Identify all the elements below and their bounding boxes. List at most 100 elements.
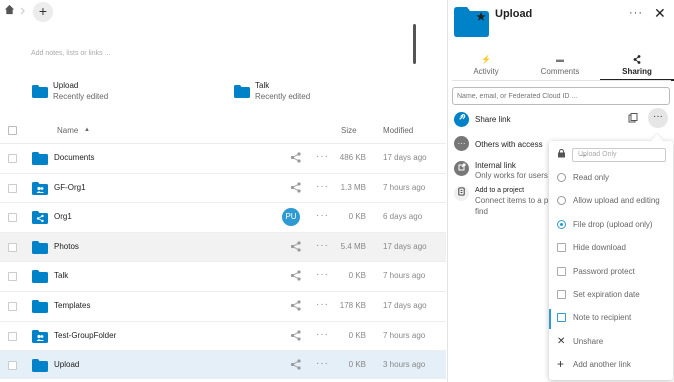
recent-item-name: Talk xyxy=(255,81,270,90)
file-name[interactable]: Documents xyxy=(54,153,94,162)
row-checkbox[interactable] xyxy=(8,183,17,193)
row-checkbox[interactable] xyxy=(8,331,17,341)
password-row: Upload Only → xyxy=(549,143,673,166)
others-access-label[interactable]: Others with access xyxy=(475,140,543,149)
share-icon[interactable] xyxy=(290,329,301,341)
file-modified: 7 hours ago xyxy=(383,271,426,281)
radio-icon[interactable] xyxy=(557,219,566,229)
file-row[interactable]: Talk ··· 0 KB 7 hours ago xyxy=(0,261,446,290)
menu-item-password-protect[interactable]: Password protect xyxy=(549,261,673,284)
file-actions-icon[interactable]: ··· xyxy=(316,299,329,310)
checkbox-icon[interactable] xyxy=(557,243,566,253)
new-button[interactable]: + xyxy=(33,2,53,22)
tab-label: Sharing xyxy=(622,67,652,76)
file-actions-icon[interactable]: ··· xyxy=(316,329,329,340)
tab-sharing[interactable]: Sharing xyxy=(600,55,674,81)
row-checkbox[interactable] xyxy=(8,272,17,282)
activity-icon: ⚡ xyxy=(481,55,491,64)
file-row[interactable]: Org1 PU ··· 0 KB 6 days ago xyxy=(0,202,446,231)
file-size: 0 KB xyxy=(348,360,366,370)
plus-icon: + xyxy=(557,357,565,372)
checkbox-icon[interactable] xyxy=(557,313,566,323)
select-all-checkbox[interactable] xyxy=(8,126,17,135)
checkbox-icon[interactable] xyxy=(557,266,566,276)
share-icon[interactable] xyxy=(290,181,301,193)
file-actions-icon[interactable]: ··· xyxy=(316,210,329,221)
menu-item-read-only[interactable]: Read only xyxy=(549,167,673,190)
menu-item-note-to-recipient[interactable]: Note to recipient xyxy=(549,307,673,330)
file-actions-icon[interactable]: ··· xyxy=(316,240,329,251)
notes-input[interactable]: Add notes, lists or links ... xyxy=(31,50,110,57)
folder-icon xyxy=(454,7,489,37)
file-size: 0 KB xyxy=(348,212,366,222)
file-name[interactable]: Upload xyxy=(54,360,79,369)
tab-comments[interactable]: ▬ Comments xyxy=(523,55,597,81)
tab-activity[interactable]: ⚡ Activity xyxy=(449,55,523,81)
file-name[interactable]: Org1 xyxy=(54,212,72,221)
file-row[interactable]: Documents ··· 486 KB 17 days ago xyxy=(0,143,446,172)
column-size-header[interactable]: Size xyxy=(341,126,357,135)
radio-icon[interactable] xyxy=(557,173,566,182)
folder-icon xyxy=(32,152,48,165)
home-icon[interactable] xyxy=(4,4,18,18)
file-actions-icon[interactable]: ··· xyxy=(316,358,329,369)
share-icon[interactable] xyxy=(290,152,301,163)
share-link-menu: Upload Only → Read only Allow upload and … xyxy=(549,141,673,380)
file-actions-icon[interactable]: ··· xyxy=(316,269,329,280)
menu-item-unshare[interactable]: ✕ Unshare xyxy=(549,331,673,354)
password-input[interactable]: Upload Only → xyxy=(572,148,666,162)
share-link-label[interactable]: Share link xyxy=(475,115,511,124)
menu-item-add-another-link[interactable]: + Add another link xyxy=(549,354,673,377)
file-name[interactable]: Talk xyxy=(54,271,68,280)
row-checkbox[interactable] xyxy=(8,213,17,223)
file-row[interactable]: Test-GroupFolder ··· 0 KB 7 hours ago xyxy=(0,320,446,350)
row-checkbox[interactable] xyxy=(8,361,17,371)
add-project-label[interactable]: Add to a project xyxy=(475,187,524,194)
file-actions-icon[interactable]: ··· xyxy=(316,181,329,192)
file-size: 0 KB xyxy=(348,330,366,340)
add-project-sub: Connect items to a p xyxy=(475,196,549,205)
folder-icon xyxy=(32,211,48,225)
scrollbar[interactable] xyxy=(413,24,416,64)
share-search-input[interactable] xyxy=(452,87,670,105)
share-icon[interactable] xyxy=(290,300,301,311)
arrow-right-icon[interactable]: → xyxy=(578,149,661,160)
menu-item-hide-download[interactable]: Hide download xyxy=(549,237,673,260)
file-actions-icon[interactable]: ··· xyxy=(316,151,329,162)
radio-icon[interactable] xyxy=(557,196,566,206)
row-checkbox[interactable] xyxy=(8,242,17,252)
menu-item-allow-upload-and-editing[interactable]: Allow upload and editing xyxy=(549,190,673,213)
link-menu-button[interactable]: ··· xyxy=(648,108,668,128)
internal-link-label[interactable]: Internal link xyxy=(475,161,516,170)
avatar[interactable]: PU xyxy=(282,208,300,227)
share-icon[interactable] xyxy=(290,359,301,370)
checkbox-icon[interactable] xyxy=(557,290,566,299)
sidebar-more-button[interactable]: ··· xyxy=(629,7,643,19)
recent-item[interactable]: Upload Recently edited xyxy=(32,81,192,107)
file-name[interactable]: Test-GroupFolder xyxy=(54,331,116,340)
file-name[interactable]: GF-Org1 xyxy=(54,183,86,192)
lock-icon xyxy=(558,149,565,158)
row-checkbox[interactable] xyxy=(8,302,17,311)
clipboard-icon[interactable] xyxy=(628,113,638,123)
sort-ascending-icon: ▲ xyxy=(84,127,90,133)
row-checkbox[interactable] xyxy=(8,154,17,163)
recent-item[interactable]: Talk Recently edited xyxy=(234,81,394,107)
file-row[interactable]: Photos ··· 5.4 MB 17 days ago xyxy=(0,231,446,261)
column-modified-header[interactable]: Modified xyxy=(383,126,413,135)
menu-item-label: Set expiration date xyxy=(573,290,640,299)
file-name[interactable]: Photos xyxy=(54,242,79,251)
menu-item-file-drop-upload-only[interactable]: File drop (upload only) xyxy=(549,214,673,237)
file-row[interactable]: GF-Org1 ··· 1.3 MB 7 hours ago xyxy=(0,172,446,202)
share-icon[interactable] xyxy=(290,270,301,281)
column-name-header[interactable]: Name xyxy=(57,126,78,135)
file-row[interactable]: Templates ··· 178 KB 17 days ago xyxy=(0,291,446,320)
others-icon: ··· xyxy=(454,136,469,151)
close-icon[interactable]: ✕ xyxy=(654,5,666,22)
tab-label: Activity xyxy=(473,67,499,76)
share-icon[interactable] xyxy=(290,241,301,252)
file-row[interactable]: Upload ··· 0 KB 3 hours ago xyxy=(0,350,446,380)
menu-item-set-expiration-date[interactable]: Set expiration date xyxy=(549,284,673,307)
file-modified: 17 days ago xyxy=(383,301,427,310)
file-name[interactable]: Templates xyxy=(54,301,90,310)
